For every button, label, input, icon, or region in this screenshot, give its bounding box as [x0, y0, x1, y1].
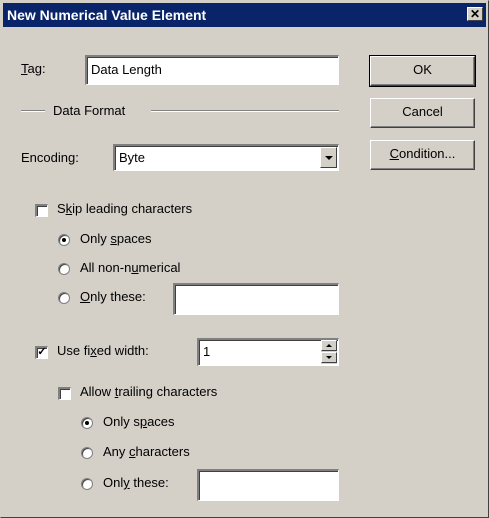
- trailing-only-these-input[interactable]: [197, 469, 339, 501]
- condition-button[interactable]: Condition...: [370, 140, 475, 170]
- skip-only-these-input[interactable]: [173, 283, 339, 315]
- skip-radio-all-non-numerical[interactable]: [58, 263, 70, 275]
- fixed-width-checkbox[interactable]: ✓: [35, 346, 48, 359]
- encoding-label: Encoding:: [21, 150, 79, 165]
- condition-button-label: ondition...: [399, 146, 456, 161]
- trailing-checkbox[interactable]: [58, 387, 71, 400]
- trailing-option-label-2: Any characters: [103, 444, 190, 459]
- encoding-value: Byte: [119, 150, 146, 165]
- ok-button[interactable]: OK: [369, 55, 476, 87]
- chevron-down-icon[interactable]: [320, 147, 337, 168]
- dialog-title: New Numerical Value Element: [7, 7, 207, 23]
- spin-up-icon[interactable]: [321, 340, 337, 351]
- tag-input[interactable]: Data Length: [85, 55, 339, 85]
- trailing-radio-only-these[interactable]: [81, 478, 93, 490]
- ok-button-label: OK: [413, 62, 432, 77]
- close-button[interactable]: ✕: [467, 7, 483, 21]
- data-format-line-right: [151, 110, 339, 112]
- fixed-width-spin-buttons[interactable]: [321, 340, 337, 364]
- trailing-radio-only-spaces[interactable]: [81, 417, 93, 429]
- dialog-window: New Numerical Value Element ✕ Tag: Data …: [0, 0, 489, 518]
- fixed-width-label: Use fixed width:: [57, 343, 149, 358]
- trailing-radio-any-characters[interactable]: [81, 447, 93, 459]
- close-icon: ✕: [469, 7, 481, 21]
- encoding-select[interactable]: Byte: [113, 144, 339, 171]
- trailing-label: Allow trailing characters: [80, 384, 218, 399]
- skip-radio-only-spaces[interactable]: [58, 234, 70, 246]
- skip-leading-checkbox[interactable]: [35, 204, 48, 217]
- tag-input-value: Data Length: [91, 62, 162, 77]
- check-icon: ✓: [37, 346, 47, 358]
- data-format-line-left: [21, 110, 45, 112]
- radio-selected-dot: [62, 238, 66, 242]
- skip-option-label-3: Only these:: [80, 289, 146, 304]
- skip-leading-label: Skip leading characters: [57, 201, 193, 216]
- cancel-button[interactable]: Cancel: [370, 98, 475, 128]
- fixed-width-spinner[interactable]: 1: [197, 338, 339, 366]
- skip-option-label-1: Only spaces: [80, 231, 152, 246]
- cancel-button-label: Cancel: [402, 104, 443, 119]
- radio-selected-dot: [85, 421, 89, 425]
- skip-option-label-2: All non-numerical: [80, 260, 181, 275]
- spin-down-icon[interactable]: [321, 352, 337, 363]
- condition-mnemonic: C: [389, 146, 399, 161]
- title-bar: New Numerical Value Element ✕: [3, 3, 486, 27]
- fixed-width-value: 1: [203, 344, 211, 359]
- data-format-heading: Data Format: [53, 103, 126, 118]
- trailing-option-label-1: Only spaces: [103, 414, 175, 429]
- skip-radio-only-these[interactable]: [58, 292, 70, 304]
- trailing-option-label-3: Only these:: [103, 475, 169, 490]
- tag-label: Tag:: [21, 61, 46, 76]
